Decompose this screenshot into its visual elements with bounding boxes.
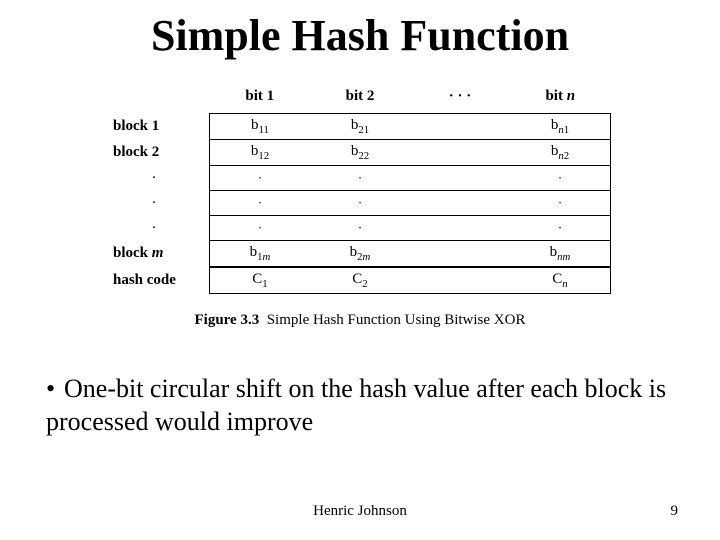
- bullet-dot-icon: •: [46, 372, 64, 405]
- col-header-bit2: bit 2: [310, 84, 410, 114]
- row-block2: block 2 b12 b22 bn2: [109, 140, 611, 166]
- row-dots-2: · · · ·: [109, 191, 611, 216]
- bullet-text: One-bit circular shift on the hash value…: [46, 374, 666, 436]
- row-hashcode: hash code C1 C2 Cn: [109, 267, 611, 294]
- figure: bit 1 bit 2 · · · bit n block 1 b11 b21 …: [60, 78, 660, 338]
- col-header-dots: · · ·: [410, 84, 510, 114]
- slide-title: Simple Hash Function: [0, 10, 720, 61]
- slide: Simple Hash Function bit 1 bit 2 · · · b…: [0, 0, 720, 540]
- col-header-bitn: bit n: [510, 84, 611, 114]
- col-header-bit1: bit 1: [210, 84, 311, 114]
- row-block1: block 1 b11 b21 bn1: [109, 114, 611, 140]
- row-dots-3: · · · ·: [109, 216, 611, 241]
- row-dots-1: · · · ·: [109, 166, 611, 191]
- footer-author: Henric Johnson: [0, 503, 720, 520]
- row-blockm: block m b1m b2m bnm: [109, 241, 611, 268]
- footer-page-number: 9: [671, 503, 679, 520]
- bullet-item: •One-bit circular shift on the hash valu…: [46, 372, 686, 439]
- figure-caption: Figure 3.3 Simple Hash Function Using Bi…: [80, 312, 640, 329]
- hash-table: bit 1 bit 2 · · · bit n block 1 b11 b21 …: [109, 84, 611, 294]
